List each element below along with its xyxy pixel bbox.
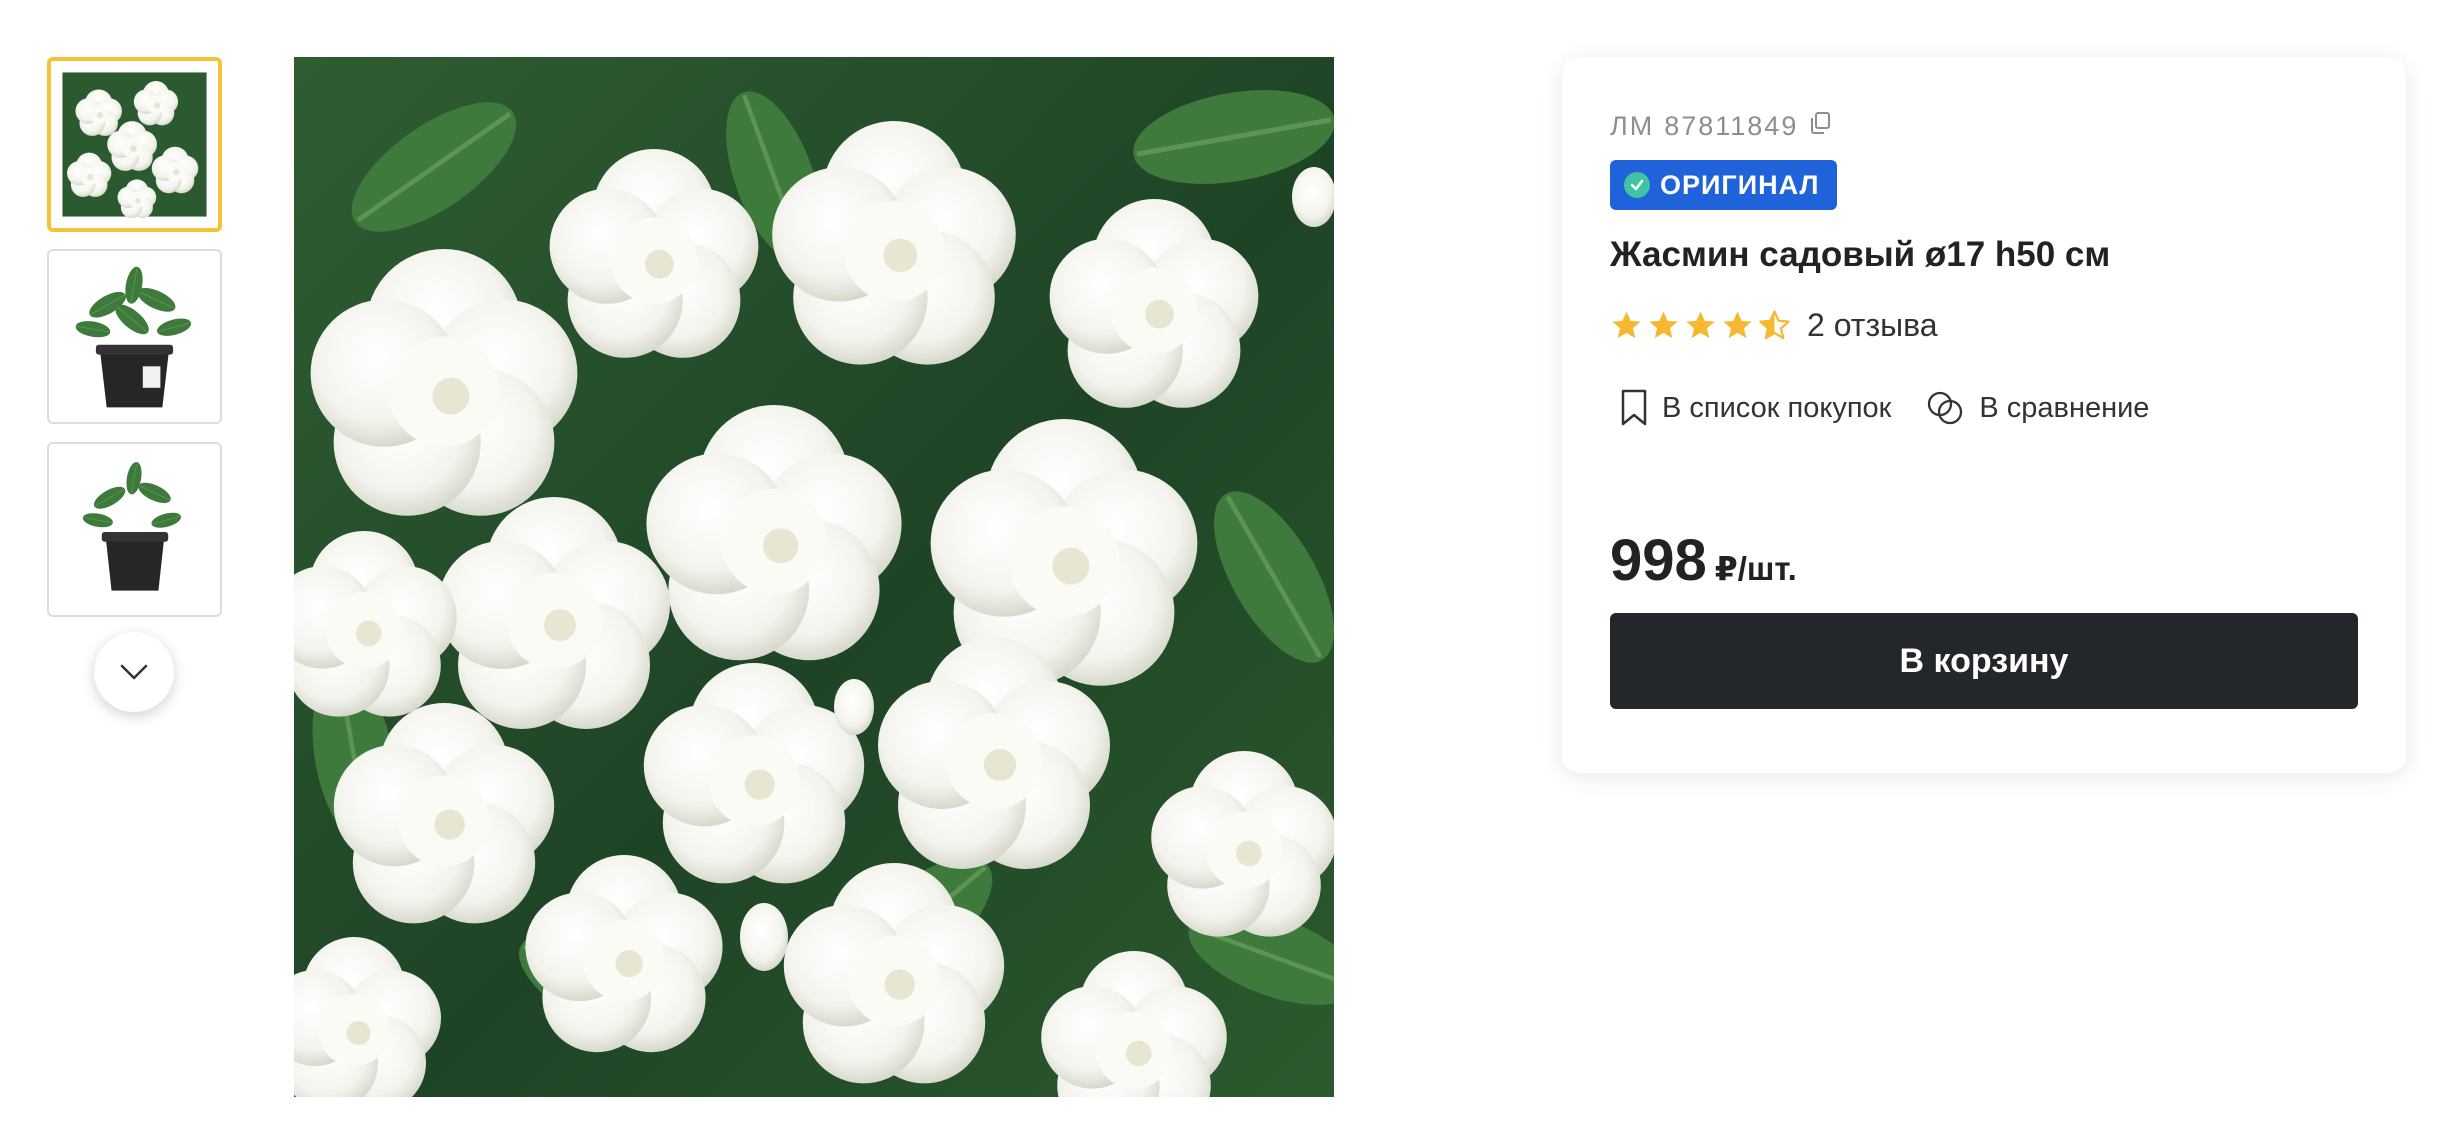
original-badge: ОРИГИНАЛ — [1610, 160, 1838, 210]
sku: ЛМ 87811849 — [1610, 111, 1832, 142]
check-circle-icon — [1624, 172, 1650, 198]
compare-icon — [1928, 391, 1963, 425]
rating-stars[interactable] — [1610, 309, 1791, 342]
rating: 2 отзыва — [1610, 307, 1938, 344]
price: 998 ₽/шт. — [1610, 527, 1797, 594]
shopping-list-label: В список покупок — [1662, 391, 1892, 424]
product-actions: В список покупок В сравнение — [1620, 389, 2149, 427]
product-card: ЛМ 87811849 ОРИГИНАЛ Жасмин садовый ø17 … — [1562, 57, 2406, 773]
thumbnail-3[interactable] — [47, 442, 222, 617]
star-half-icon — [1759, 310, 1790, 340]
bookmark-icon — [1621, 389, 1647, 426]
sku-number: 87811849 — [1664, 111, 1799, 141]
badge-label: ОРИГИНАЛ — [1660, 169, 1820, 200]
product-title: Жасмин садовый ø17 h50 см — [1610, 235, 2111, 274]
star-full-icon — [1612, 311, 1641, 339]
sku-prefix: ЛМ — [1610, 111, 1655, 141]
price-unit: ₽/шт. — [1714, 550, 1797, 587]
copy-icon[interactable] — [1808, 111, 1832, 142]
add-to-shopping-list-button[interactable]: В список покупок — [1620, 389, 1891, 427]
star-full-icon — [1686, 311, 1715, 339]
add-to-compare-button[interactable]: В сравнение — [1925, 389, 2149, 427]
main-product-image[interactable] — [294, 57, 1334, 1097]
thumbnail-1[interactable] — [47, 57, 222, 232]
add-to-cart-button[interactable]: В корзину — [1610, 613, 2358, 709]
star-full-icon — [1649, 311, 1678, 339]
reviews-link[interactable]: 2 отзыва — [1807, 307, 1938, 344]
chevron-down-icon — [120, 664, 148, 680]
thumbnail-2[interactable] — [47, 249, 222, 424]
compare-label: В сравнение — [1979, 391, 2150, 424]
price-value: 998 — [1610, 528, 1707, 593]
star-full-icon — [1723, 311, 1752, 339]
thumbnails-next-button[interactable] — [94, 632, 174, 712]
